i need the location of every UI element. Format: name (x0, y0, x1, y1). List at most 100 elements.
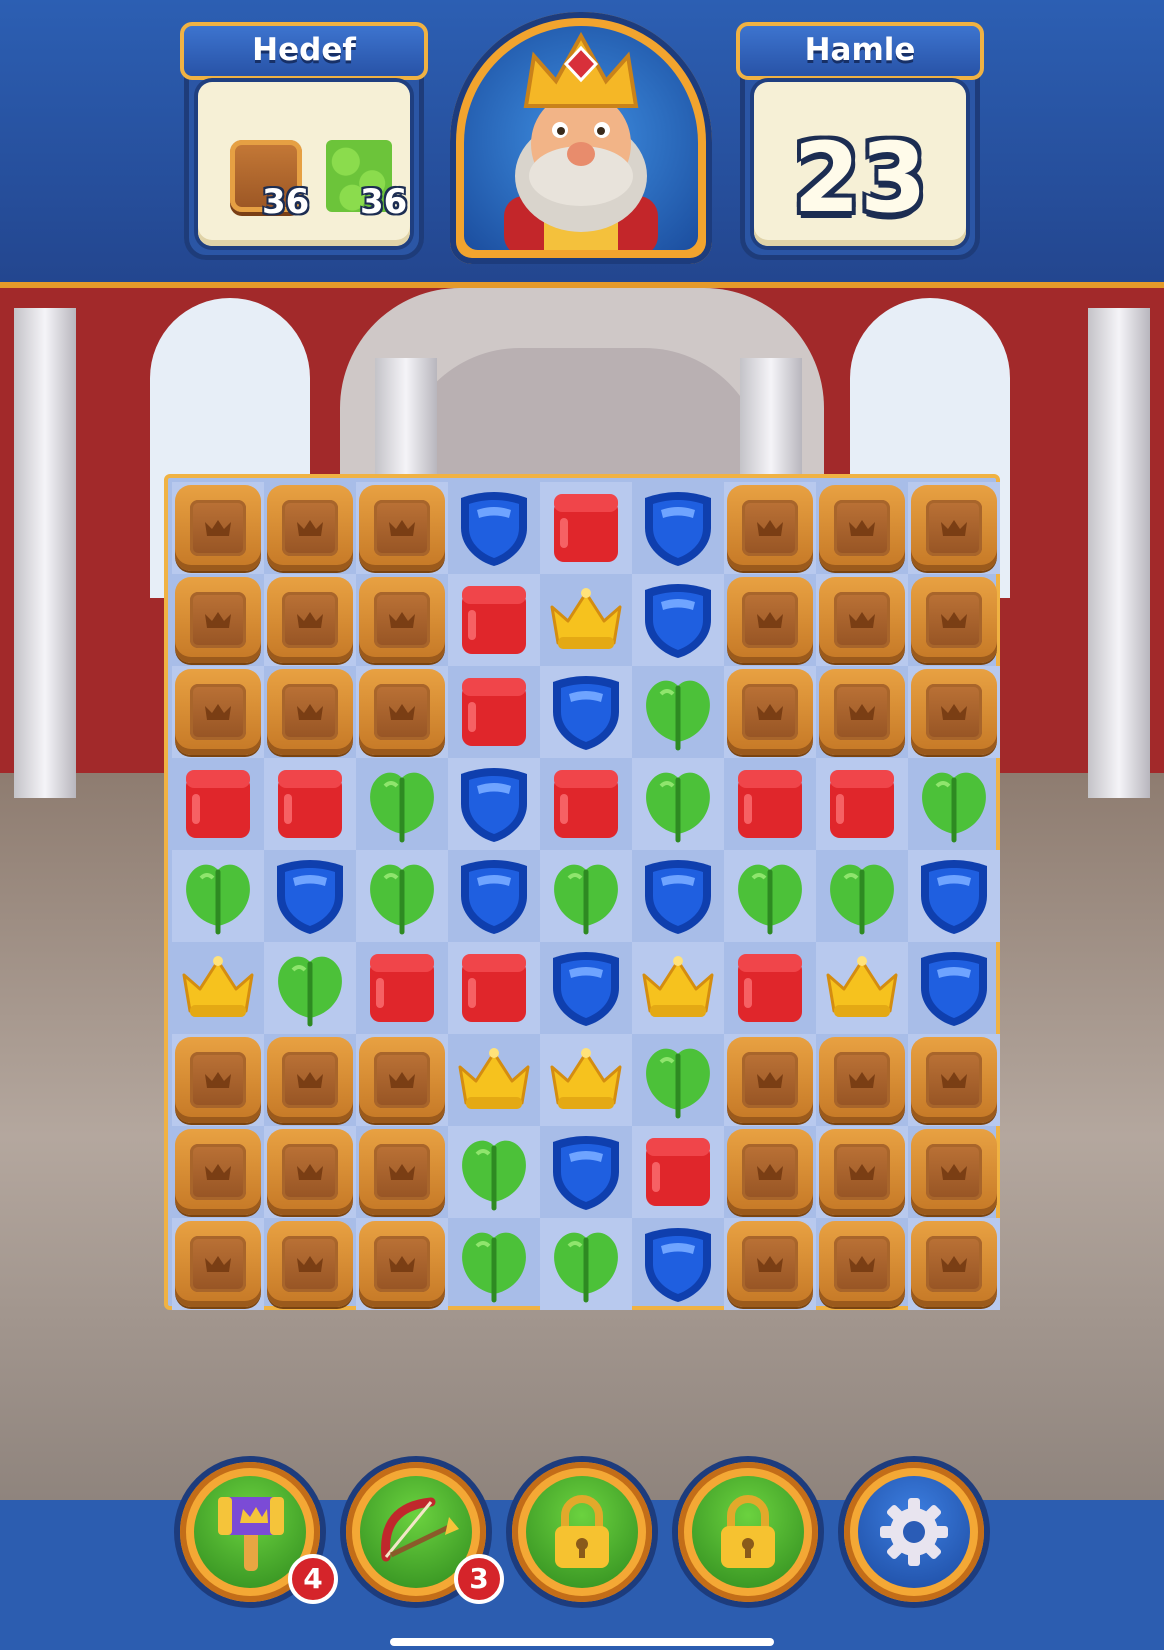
home-indicator[interactable] (390, 1638, 774, 1646)
board-cell[interactable] (540, 758, 632, 850)
board-cell[interactable] (816, 1126, 908, 1218)
board-cell[interactable] (632, 1034, 724, 1126)
board-cell[interactable] (448, 758, 540, 850)
board-cell[interactable] (908, 942, 1000, 1034)
board-cell[interactable] (540, 666, 632, 758)
crate-block[interactable] (359, 1037, 445, 1123)
board-cell[interactable] (724, 942, 816, 1034)
green-leaf-piece[interactable] (363, 764, 441, 844)
crate-block[interactable] (727, 485, 813, 571)
green-leaf-piece[interactable] (271, 948, 349, 1028)
board-cell[interactable] (172, 574, 264, 666)
crate-block[interactable] (175, 669, 261, 755)
blue-shield-piece[interactable] (273, 856, 347, 936)
red-cube-piece[interactable] (826, 766, 898, 842)
board-cell[interactable] (540, 942, 632, 1034)
board-cell[interactable] (356, 1218, 448, 1310)
board-cell[interactable] (816, 574, 908, 666)
green-leaf-piece[interactable] (455, 1132, 533, 1212)
crate-block[interactable] (267, 485, 353, 571)
crate-block[interactable] (175, 577, 261, 663)
crate-block[interactable] (359, 669, 445, 755)
yellow-crown-piece[interactable] (546, 1047, 626, 1113)
blue-shield-piece[interactable] (917, 856, 991, 936)
crate-block[interactable] (727, 669, 813, 755)
board-cell[interactable] (448, 666, 540, 758)
board-cell[interactable] (908, 574, 1000, 666)
blue-shield-piece[interactable] (549, 672, 623, 752)
red-cube-piece[interactable] (458, 950, 530, 1026)
game-board[interactable] (164, 474, 1000, 1310)
board-cell[interactable] (264, 850, 356, 942)
board-cell[interactable] (264, 942, 356, 1034)
crate-block[interactable] (359, 1129, 445, 1215)
board-cell[interactable] (816, 1034, 908, 1126)
board-cell[interactable] (816, 758, 908, 850)
green-leaf-piece[interactable] (731, 856, 809, 936)
crate-block[interactable] (267, 669, 353, 755)
board-cell[interactable] (172, 1034, 264, 1126)
crate-block[interactable] (819, 485, 905, 571)
green-leaf-piece[interactable] (363, 856, 441, 936)
board-cell[interactable] (264, 666, 356, 758)
crate-block[interactable] (267, 1221, 353, 1307)
crate-block[interactable] (819, 1037, 905, 1123)
board-cell[interactable] (540, 482, 632, 574)
blue-shield-piece[interactable] (457, 764, 531, 844)
green-leaf-piece[interactable] (639, 672, 717, 752)
board-cell[interactable] (356, 666, 448, 758)
yellow-crown-piece[interactable] (178, 955, 258, 1021)
board-cell[interactable] (908, 1034, 1000, 1126)
board-cell[interactable] (908, 1218, 1000, 1310)
blue-shield-piece[interactable] (457, 856, 531, 936)
green-leaf-piece[interactable] (639, 1040, 717, 1120)
board-cell[interactable] (908, 482, 1000, 574)
board-cell[interactable] (264, 574, 356, 666)
board-cell[interactable] (448, 482, 540, 574)
crate-block[interactable] (359, 577, 445, 663)
board-cell[interactable] (448, 850, 540, 942)
board-cell[interactable] (172, 1126, 264, 1218)
blue-shield-piece[interactable] (457, 488, 531, 568)
blue-shield-piece[interactable] (549, 948, 623, 1028)
crate-block[interactable] (267, 1129, 353, 1215)
crate-block[interactable] (819, 1129, 905, 1215)
crate-block[interactable] (727, 1221, 813, 1307)
red-cube-piece[interactable] (734, 950, 806, 1026)
board-cell[interactable] (632, 482, 724, 574)
blue-shield-piece[interactable] (641, 1224, 715, 1304)
board-cell[interactable] (448, 574, 540, 666)
board-cell[interactable] (540, 1218, 632, 1310)
board-cell[interactable] (264, 482, 356, 574)
board-cell[interactable] (724, 1034, 816, 1126)
yellow-crown-piece[interactable] (546, 587, 626, 653)
crate-block[interactable] (911, 485, 997, 571)
red-cube-piece[interactable] (366, 950, 438, 1026)
crate-block[interactable] (911, 1221, 997, 1307)
crate-block[interactable] (819, 1221, 905, 1307)
crate-block[interactable] (359, 485, 445, 571)
board-cell[interactable] (632, 1126, 724, 1218)
board-cell[interactable] (724, 1218, 816, 1310)
crate-block[interactable] (175, 1129, 261, 1215)
board-cell[interactable] (172, 1218, 264, 1310)
crate-block[interactable] (911, 669, 997, 755)
blue-shield-piece[interactable] (917, 948, 991, 1028)
board-cell[interactable] (264, 1126, 356, 1218)
locked-booster-1[interactable] (512, 1462, 652, 1602)
board-cell[interactable] (540, 1034, 632, 1126)
locked-booster-2[interactable] (678, 1462, 818, 1602)
board-cell[interactable] (540, 1126, 632, 1218)
crate-block[interactable] (819, 669, 905, 755)
board-cell[interactable] (908, 850, 1000, 942)
green-leaf-piece[interactable] (639, 764, 717, 844)
yellow-crown-piece[interactable] (454, 1047, 534, 1113)
board-cell[interactable] (172, 482, 264, 574)
board-cell[interactable] (724, 482, 816, 574)
red-cube-piece[interactable] (550, 766, 622, 842)
board-cell[interactable] (356, 482, 448, 574)
board-cell[interactable] (816, 482, 908, 574)
blue-shield-piece[interactable] (641, 856, 715, 936)
board-cell[interactable] (632, 666, 724, 758)
board-cell[interactable] (540, 850, 632, 942)
